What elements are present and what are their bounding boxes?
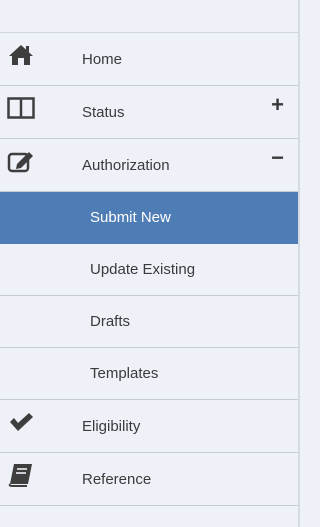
subnav-item-submit-new[interactable]: Submit New [0,192,298,244]
edit-icon [6,149,36,173]
subnav-item-templates[interactable]: Templates [0,348,298,400]
nav-item-authorization[interactable]: Authorization − [0,139,298,192]
nav-top-spacer [0,0,298,33]
collapse-toggle[interactable]: − [271,147,284,169]
subnav-item-label: Update Existing [90,261,196,278]
subnav-item-update-existing[interactable]: Update Existing [0,244,298,296]
sidebar-nav: Home Status + Authorization − Submit New… [0,0,300,527]
subnav-item-drafts[interactable]: Drafts [0,296,298,348]
subnav-item-label: Submit New [90,209,171,226]
nav-item-status[interactable]: Status + [0,86,298,139]
home-icon [6,43,36,67]
nav-item-label: Authorization [82,156,170,174]
nav-item-reference[interactable]: Reference [0,453,298,506]
nav-item-label: Reference [82,470,152,488]
check-icon [6,410,36,434]
nav-item-label: Eligibility [82,417,141,435]
nav-item-home[interactable]: Home [0,33,298,86]
subnav-item-label: Drafts [90,313,131,330]
subnav-item-label: Templates [90,365,159,382]
nav-item-label: Home [82,50,123,68]
columns-icon [6,96,36,120]
book-icon [6,463,36,487]
expand-toggle[interactable]: + [271,94,284,116]
nav-item-label: Status [82,103,125,121]
nav-item-eligibility[interactable]: Eligibility [0,400,298,453]
